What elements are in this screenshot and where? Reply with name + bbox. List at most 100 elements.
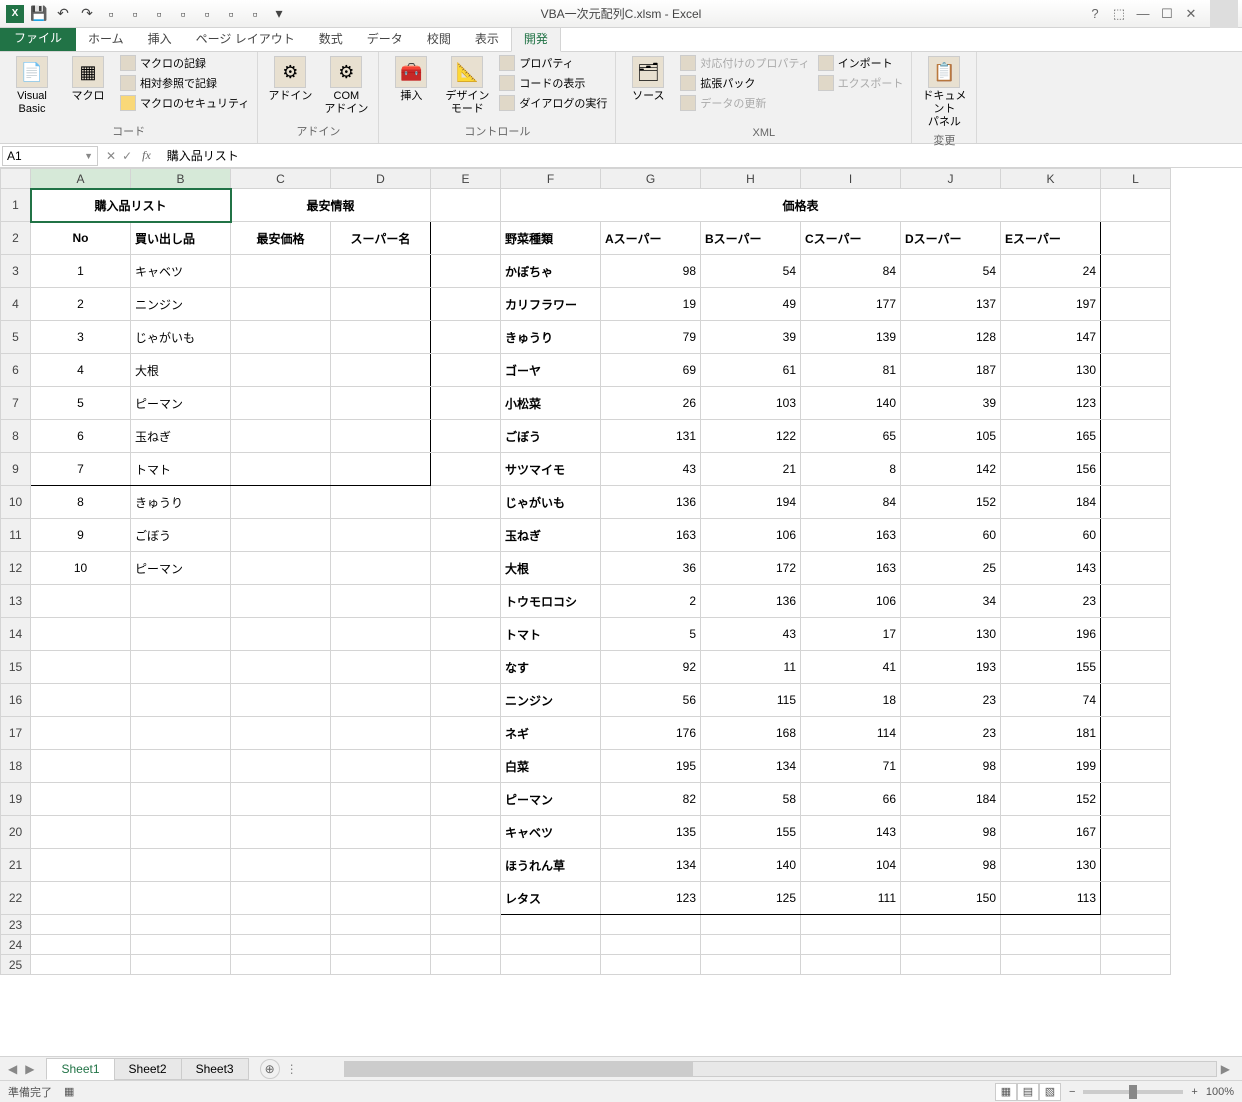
run-dialog-button[interactable]: ダイアログの実行	[497, 94, 609, 112]
cell-F19[interactable]: ピーマン	[501, 783, 601, 816]
cell-G2[interactable]: Aスーパー	[601, 222, 701, 255]
export-button[interactable]: エクスポート	[816, 74, 906, 92]
row-header-21[interactable]: 21	[1, 849, 31, 882]
sheet-tab-Sheet1[interactable]: Sheet1	[46, 1058, 114, 1080]
cell-C8[interactable]	[231, 420, 331, 453]
cell-L21[interactable]	[1101, 849, 1171, 882]
cell-E23[interactable]	[431, 915, 501, 935]
col-header-K[interactable]: K	[1001, 169, 1101, 189]
xml-source-button[interactable]: 🗂ソース	[622, 54, 674, 105]
cell-K4[interactable]: 197	[1001, 288, 1101, 321]
qat-icon[interactable]: ▫	[244, 3, 266, 25]
cell-B8[interactable]: 玉ねぎ	[131, 420, 231, 453]
cell-D14[interactable]	[331, 618, 431, 651]
cell-K15[interactable]: 155	[1001, 651, 1101, 684]
cell-I25[interactable]	[801, 955, 901, 975]
cell-L23[interactable]	[1101, 915, 1171, 935]
cell-E7[interactable]	[431, 387, 501, 420]
cell-K7[interactable]: 123	[1001, 387, 1101, 420]
cell-D13[interactable]	[331, 585, 431, 618]
cell-L15[interactable]	[1101, 651, 1171, 684]
cell-F23[interactable]	[501, 915, 601, 935]
cell-K21[interactable]: 130	[1001, 849, 1101, 882]
row-header-13[interactable]: 13	[1, 585, 31, 618]
cell-B4[interactable]: ニンジン	[131, 288, 231, 321]
cell-I22[interactable]: 111	[801, 882, 901, 915]
cell-K22[interactable]: 113	[1001, 882, 1101, 915]
cell-L1[interactable]	[1101, 189, 1171, 222]
cell-J17[interactable]: 23	[901, 717, 1001, 750]
cell-A11[interactable]: 9	[31, 519, 131, 552]
cell-E13[interactable]	[431, 585, 501, 618]
row-header-3[interactable]: 3	[1, 255, 31, 288]
cell-G18[interactable]: 195	[601, 750, 701, 783]
cell-J21[interactable]: 98	[901, 849, 1001, 882]
cell-E24[interactable]	[431, 935, 501, 955]
cell-A25[interactable]	[31, 955, 131, 975]
cell-G9[interactable]: 43	[601, 453, 701, 486]
cell-H3[interactable]: 54	[701, 255, 801, 288]
cell-G12[interactable]: 36	[601, 552, 701, 585]
formula-input[interactable]	[161, 146, 1242, 166]
cell-B6[interactable]: 大根	[131, 354, 231, 387]
cell-L7[interactable]	[1101, 387, 1171, 420]
cell-L16[interactable]	[1101, 684, 1171, 717]
worksheet-grid[interactable]: ABCDEFGHIJKL1購入品リスト最安情報価格表2No買い出し品最安価格スー…	[0, 168, 1242, 1056]
cell-L13[interactable]	[1101, 585, 1171, 618]
cell-K9[interactable]: 156	[1001, 453, 1101, 486]
cell-E14[interactable]	[431, 618, 501, 651]
cell-J25[interactable]	[901, 955, 1001, 975]
cell-L20[interactable]	[1101, 816, 1171, 849]
row-header-20[interactable]: 20	[1, 816, 31, 849]
cell-F1[interactable]: 価格表	[501, 189, 1101, 222]
cell-B24[interactable]	[131, 935, 231, 955]
tab-page-layout[interactable]: ページ レイアウト	[184, 26, 307, 51]
cell-F9[interactable]: サツマイモ	[501, 453, 601, 486]
cell-F24[interactable]	[501, 935, 601, 955]
cell-G19[interactable]: 82	[601, 783, 701, 816]
row-header-15[interactable]: 15	[1, 651, 31, 684]
cell-E3[interactable]	[431, 255, 501, 288]
cell-G11[interactable]: 163	[601, 519, 701, 552]
enter-icon[interactable]: ✓	[122, 149, 132, 163]
col-header-A[interactable]: A	[31, 169, 131, 189]
cell-K2[interactable]: Eスーパー	[1001, 222, 1101, 255]
cell-G22[interactable]: 123	[601, 882, 701, 915]
row-header-9[interactable]: 9	[1, 453, 31, 486]
design-mode-button[interactable]: 📐デザイン モード	[441, 54, 493, 118]
cell-B25[interactable]	[131, 955, 231, 975]
cell-E12[interactable]	[431, 552, 501, 585]
cell-I12[interactable]: 163	[801, 552, 901, 585]
cell-C9[interactable]	[231, 453, 331, 486]
row-header-18[interactable]: 18	[1, 750, 31, 783]
cell-I19[interactable]: 66	[801, 783, 901, 816]
cell-F10[interactable]: じゃがいも	[501, 486, 601, 519]
cell-B10[interactable]: きゅうり	[131, 486, 231, 519]
cell-D20[interactable]	[331, 816, 431, 849]
document-panel-button[interactable]: 📋ドキュメント パネル	[918, 54, 970, 132]
cell-B23[interactable]	[131, 915, 231, 935]
cell-A2[interactable]: No	[31, 222, 131, 255]
cell-D25[interactable]	[331, 955, 431, 975]
cell-L9[interactable]	[1101, 453, 1171, 486]
cell-C19[interactable]	[231, 783, 331, 816]
cell-A18[interactable]	[31, 750, 131, 783]
cell-K20[interactable]: 167	[1001, 816, 1101, 849]
cell-J16[interactable]: 23	[901, 684, 1001, 717]
cell-F7[interactable]: 小松菜	[501, 387, 601, 420]
properties-button[interactable]: プロパティ	[497, 54, 609, 72]
cell-H10[interactable]: 194	[701, 486, 801, 519]
cell-C12[interactable]	[231, 552, 331, 585]
col-header-F[interactable]: F	[501, 169, 601, 189]
cell-J13[interactable]: 34	[901, 585, 1001, 618]
row-header-5[interactable]: 5	[1, 321, 31, 354]
cell-K25[interactable]	[1001, 955, 1101, 975]
cell-K11[interactable]: 60	[1001, 519, 1101, 552]
col-header-D[interactable]: D	[331, 169, 431, 189]
sheet-tab-Sheet2[interactable]: Sheet2	[114, 1058, 182, 1080]
cell-A17[interactable]	[31, 717, 131, 750]
close-icon[interactable]: ✕	[1180, 3, 1202, 25]
cell-C2[interactable]: 最安価格	[231, 222, 331, 255]
cell-E5[interactable]	[431, 321, 501, 354]
cell-F13[interactable]: トウモロコシ	[501, 585, 601, 618]
